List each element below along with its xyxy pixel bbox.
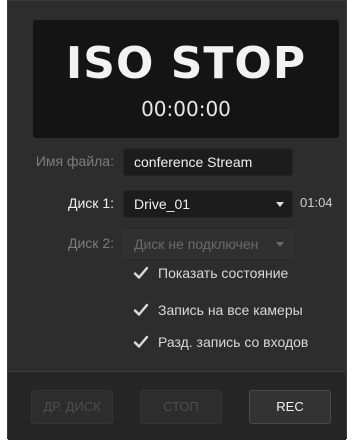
option-split-inputs[interactable]: Разд. запись со входов	[133, 332, 308, 352]
option-show-status[interactable]: Показать состояние	[133, 263, 288, 283]
disk2-label: Диск 2:	[68, 235, 114, 251]
status-display: ISO STOP 00:00:00	[33, 20, 339, 138]
checkmark-icon	[133, 266, 149, 279]
disk1-duration: 01:04	[300, 195, 333, 210]
option-record-all-cameras[interactable]: Запись на все камеры	[133, 300, 303, 320]
option-label: Запись на все камеры	[158, 302, 303, 318]
record-status-title: ISO STOP	[65, 38, 307, 89]
option-label: Разд. запись со входов	[158, 334, 309, 350]
recording-panel: ISO STOP 00:00:00 Имя файла: conference …	[7, 0, 347, 440]
checkmark-icon	[133, 335, 149, 348]
rec-button[interactable]: REC	[249, 390, 331, 424]
filename-input[interactable]: conference Stream	[123, 148, 293, 176]
button-bar: ДР. ДИСК СТОП REC	[8, 371, 346, 440]
disk2-select-value: Диск не подключен	[134, 236, 259, 252]
stop-button[interactable]: СТОП	[140, 390, 222, 424]
checkmark-icon	[133, 303, 149, 316]
chevron-down-icon	[276, 242, 284, 247]
disk1-select[interactable]: Drive_01	[123, 190, 293, 218]
chevron-down-icon	[276, 202, 284, 207]
filename-label: Имя файла:	[35, 153, 114, 169]
record-timecode: 00:00:00	[141, 97, 231, 121]
disk1-label: Диск 1:	[68, 195, 114, 211]
other-disk-button[interactable]: ДР. ДИСК	[31, 390, 113, 424]
disk2-select[interactable]: Диск не подключен	[123, 230, 293, 258]
disk1-select-value: Drive_01	[134, 196, 191, 212]
option-label: Показать состояние	[158, 265, 289, 281]
